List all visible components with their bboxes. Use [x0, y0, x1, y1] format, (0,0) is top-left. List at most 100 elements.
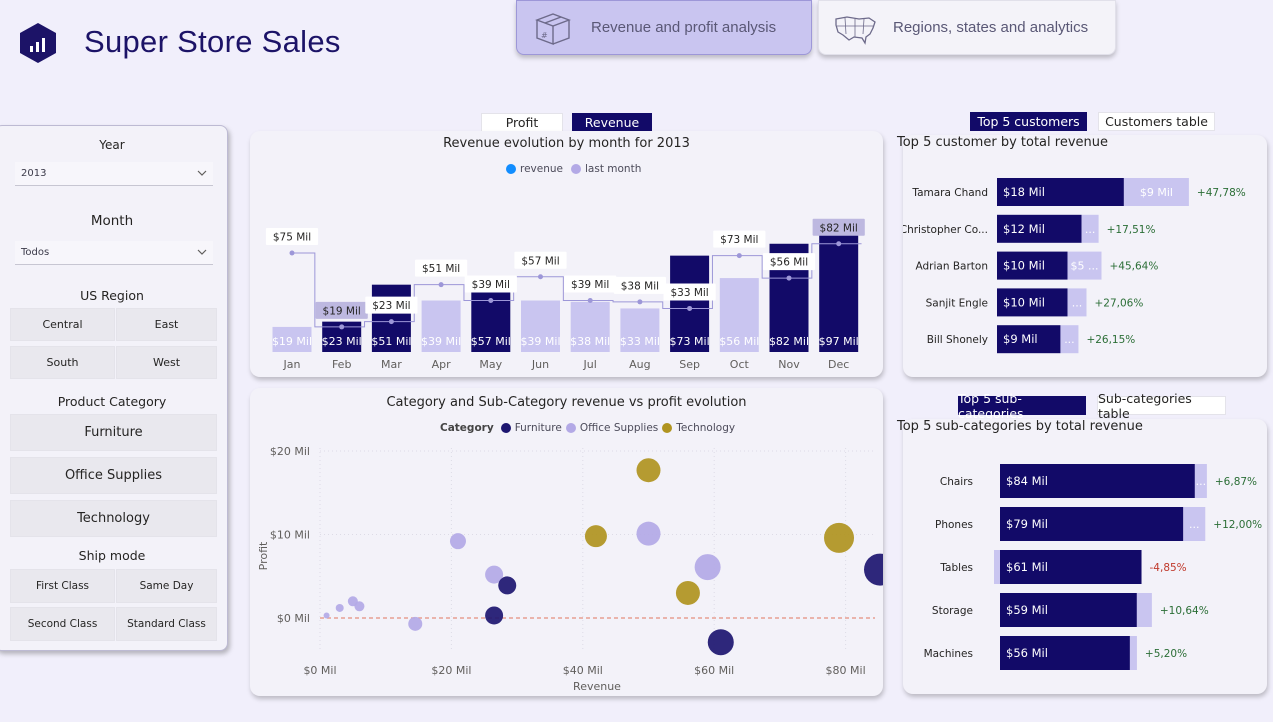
row-name-label: Sanjit Engle [926, 297, 988, 309]
row-name-label: Phones [935, 519, 973, 531]
region-west-button[interactable]: West [116, 346, 217, 379]
revenue-toggle[interactable]: Revenue [572, 113, 652, 132]
x-tick-label: $80 Mil [826, 664, 866, 677]
row-name-label: Adrian Barton [916, 261, 988, 273]
shipmode-same-day-button[interactable]: Same Day [116, 569, 217, 603]
region-east-button[interactable]: East [116, 308, 217, 341]
month-tick-label: Mar [381, 358, 402, 371]
category-furniture-button[interactable]: Furniture [10, 414, 217, 451]
scatter-legend: Category Furniture Office Supplies Techn… [440, 422, 735, 434]
scatter-chart: $0 Mil $20 Mil $40 Mil $60 Mil $80 Mil $0 Mil… [257, 445, 883, 693]
year-label: Year [99, 138, 125, 152]
row-name-label: Storage [932, 605, 973, 617]
lastmonth-value-label: $82 Mil [820, 222, 858, 234]
subcategories-table-toggle[interactable]: Sub-categories table [1097, 391, 1226, 421]
scatter-point-furniture [864, 553, 883, 586]
bar-growth-label: $5 ... [1071, 260, 1099, 273]
bar-value-label: $33 Mil [620, 335, 660, 348]
app-logo-icon [18, 22, 58, 64]
revenue-bar-chart: $19 Mil Jan $23 Mil Feb $51 Mil Mar $39 Mil Apr… [265, 218, 865, 371]
bar-growth-label: $9 Mil [1140, 186, 1173, 199]
bar-growth-label: ... [1085, 223, 1096, 236]
customers-table-toggle[interactable]: Customers table [1098, 112, 1215, 131]
lastmonth-value-label: $73 Mil [720, 234, 758, 246]
shipmode-second-class-button[interactable]: Second Class [10, 607, 115, 641]
scatter-point-office-supplies [694, 554, 721, 581]
bar-value-label: $51 Mil [371, 335, 411, 348]
lastmonth-point [538, 274, 543, 280]
category-technology-button[interactable]: Technology [10, 500, 217, 537]
bar-growth-label: ... [1064, 333, 1075, 346]
shipmode-label: Ship mode [78, 548, 146, 563]
revenue-chart-title: Revenue evolution by month for 2013 [443, 136, 690, 151]
shipmode-first-class-button[interactable]: First Class [10, 569, 115, 603]
change-label: +5,20% [1145, 648, 1187, 660]
nav-revenue-profit-button[interactable]: # Revenue and profit analysis [516, 0, 812, 55]
top5-subcategories-toggle[interactable]: Top 5 sub-categories [958, 391, 1086, 421]
lastmonth-value-label: $38 Mil [621, 280, 659, 292]
bar-growth-label: ... [1072, 296, 1083, 309]
profit-toggle[interactable]: Profit [481, 113, 563, 132]
lastmonth-value-label: $39 Mil [472, 279, 510, 291]
region-central-button[interactable]: Central [10, 308, 115, 341]
change-label: -4,85% [1150, 562, 1187, 574]
bar-value-label: $10 Mil [1003, 295, 1045, 309]
chevron-down-icon [197, 170, 207, 176]
app-title: Super Store Sales [84, 24, 341, 59]
month-dropdown[interactable]: Todos [15, 241, 213, 265]
scatter-point-furniture [498, 576, 517, 595]
bar-value-label: $57 Mil [471, 335, 511, 348]
shipmode-standard-class-button[interactable]: Standard Class [116, 607, 217, 641]
bar-growth [1129, 636, 1137, 670]
legend-furniture-label: Furniture [514, 422, 562, 434]
legend-furniture-dot [500, 423, 511, 433]
year-dropdown[interactable]: 2013 [15, 162, 213, 186]
nav-label: Revenue and profit analysis [591, 19, 777, 36]
bar-value-label: $59 Mil [1006, 603, 1048, 617]
us-map-icon [833, 10, 879, 46]
revenue-legend: revenue last month [506, 163, 641, 175]
row-name-label: Tables [939, 562, 973, 574]
scatter-point-office-supplies [449, 533, 466, 550]
legend-office-supplies-dot [565, 423, 576, 433]
bar-value-label: $61 Mil [1006, 560, 1048, 574]
lastmonth-value-label: $56 Mil [770, 257, 808, 269]
scatter-point-office-supplies [323, 612, 330, 619]
nav-regions-button[interactable]: Regions, states and analytics [818, 0, 1116, 55]
lastmonth-point [438, 282, 444, 288]
lastmonth-point [289, 250, 295, 256]
lastmonth-value-label: $19 Mil [323, 305, 361, 317]
x-tick-label: $20 Mil [431, 664, 471, 677]
bar-growth-label: ... [1189, 518, 1200, 531]
subcategories-title: Top 5 sub-categories by total revenue [897, 419, 1143, 434]
lastmonth-point [687, 305, 693, 311]
top5-customers-toggle[interactable]: Top 5 customers [970, 112, 1087, 131]
region-label: US Region [80, 288, 144, 303]
lastmonth-point [786, 275, 792, 281]
bar-growth [1136, 593, 1152, 627]
lastmonth-value-label: $39 Mil [571, 279, 609, 291]
category-office-supplies-button[interactable]: Office Supplies [10, 457, 217, 494]
row-name-label: Machines [924, 648, 973, 660]
scatter-point-office-supplies [636, 521, 661, 546]
customers-title: Top 5 customer by total revenue [897, 135, 1108, 150]
bar-value-label: $97 Mil [819, 335, 859, 348]
change-label: +6,87% [1215, 476, 1257, 488]
region-south-button[interactable]: South [10, 346, 115, 379]
legend-revenue-dot [506, 164, 516, 174]
legend-last-month-label: last month [585, 163, 642, 175]
filter-panel: Year 2013 Month Todos US Region Central … [0, 125, 228, 651]
scatter-title: Category and Sub-Category revenue vs pro… [386, 395, 747, 410]
svg-text:#: # [541, 31, 548, 40]
bar-value-label: $12 Mil [1003, 222, 1045, 236]
row-name-label: Tamara Chand [911, 187, 988, 199]
bar-value-label: $39 Mil [421, 335, 461, 348]
change-label: +47,78% [1197, 187, 1246, 199]
change-label: +10,64% [1160, 605, 1209, 617]
bar-value-label: $84 Mil [1006, 474, 1048, 488]
month-tick-label: Dec [828, 358, 849, 371]
month-tick-label: Jul [583, 358, 597, 371]
lastmonth-point [339, 324, 345, 330]
subcategories-bar-chart: Chairs ... $84 Mil +6,87% Phones ... $79 Mil +1… [924, 464, 1262, 670]
x-tick-label: $0 Mil [303, 664, 336, 677]
